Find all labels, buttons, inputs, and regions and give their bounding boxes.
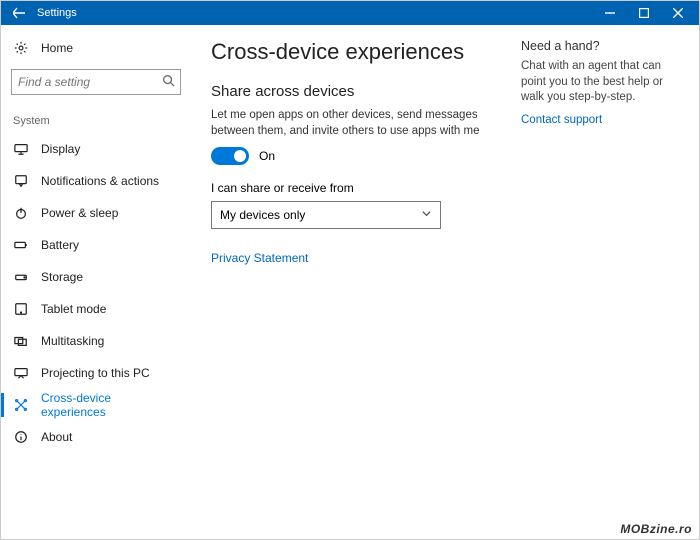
watermark: MOBzine.ro [620,522,692,536]
sidebar-item-label: Cross-device experiences [41,391,179,419]
projecting-icon [13,366,29,380]
gear-icon [13,41,29,55]
sidebar-item-battery[interactable]: Battery [1,229,191,261]
help-title: Need a hand? [521,39,679,53]
sidebar-item-display[interactable]: Display [1,133,191,165]
share-scope-select[interactable]: My devices only [211,201,441,229]
settings-window: Settings Home System Display Not [0,0,700,540]
main-pane: Cross-device experiences Share across de… [191,25,699,539]
sidebar-item-notifications[interactable]: Notifications & actions [1,165,191,197]
minimize-button[interactable] [593,1,627,25]
section-title: Share across devices [211,83,509,100]
sidebar-item-about[interactable]: About [1,421,191,453]
search-icon [162,74,175,90]
sidebar-item-power[interactable]: Power & sleep [1,197,191,229]
contact-support-link[interactable]: Contact support [521,114,602,126]
sidebar-item-multitasking[interactable]: Multitasking [1,325,191,357]
sidebar-item-label: Power & sleep [41,206,118,220]
close-button[interactable] [661,1,695,25]
sidebar-item-label: Storage [41,270,83,284]
notification-icon [13,174,29,188]
sidebar-item-label: Multitasking [41,334,104,348]
share-scope-label: I can share or receive from [211,181,509,195]
chevron-down-icon [421,208,432,222]
toggle-state-label: On [259,149,275,163]
power-icon [13,206,29,220]
titlebar: Settings [1,1,699,25]
page-title: Cross-device experiences [211,39,509,65]
help-sidebar: Need a hand? Chat with an agent that can… [509,39,679,539]
maximize-button[interactable] [627,1,661,25]
sidebar-item-tablet[interactable]: Tablet mode [1,293,191,325]
sidebar-item-projecting[interactable]: Projecting to this PC [1,357,191,389]
section-description: Let me open apps on other devices, send … [211,108,509,139]
display-icon [13,142,29,156]
multitasking-icon [13,334,29,348]
sidebar-item-label: Notifications & actions [41,174,159,188]
sidebar-item-label: Tablet mode [41,302,106,316]
tablet-icon [13,302,29,316]
sidebar-item-label: About [41,430,72,444]
sidebar-home[interactable]: Home [1,33,191,63]
privacy-link[interactable]: Privacy Statement [211,251,308,265]
share-toggle[interactable] [211,147,249,165]
info-icon [13,430,29,444]
help-body: Chat with an agent that can point you to… [521,59,679,106]
select-value: My devices only [220,208,305,222]
storage-icon [13,270,29,284]
sidebar-item-label: Battery [41,238,79,252]
back-button[interactable] [9,7,29,19]
sidebar-item-cross-device[interactable]: Cross-device experiences [1,389,191,421]
sidebar-home-label: Home [41,41,73,55]
sidebar-item-label: Display [41,142,80,156]
search-input[interactable] [11,69,181,95]
cross-device-icon [13,398,29,412]
sidebar-item-storage[interactable]: Storage [1,261,191,293]
battery-icon [13,238,29,252]
sidebar-item-label: Projecting to this PC [41,366,150,380]
sidebar: Home System Display Notifications & acti… [1,25,191,539]
window-title: Settings [37,7,593,19]
sidebar-group-label: System [1,101,191,133]
